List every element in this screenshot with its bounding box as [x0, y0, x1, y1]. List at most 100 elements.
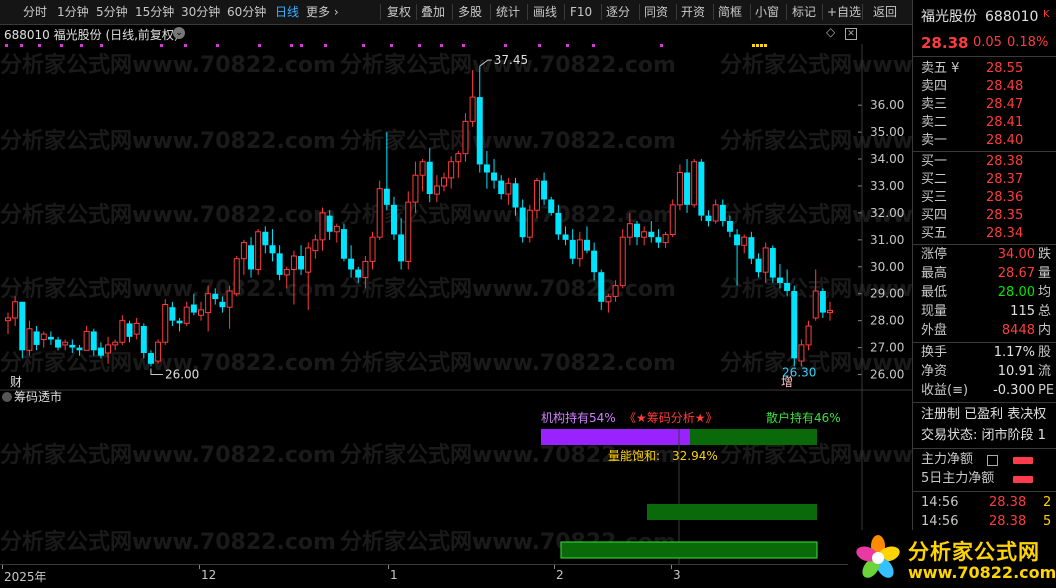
- quote-value: 28.00: [997, 285, 1035, 300]
- main-flow-row[interactable]: 5日主力净额: [913, 470, 1056, 488]
- tool-13[interactable]: 返回: [873, 3, 897, 21]
- candle-body-up: [290, 255, 297, 270]
- tool-5[interactable]: F10: [570, 3, 592, 21]
- tool-2[interactable]: 多股: [458, 3, 482, 21]
- sell-order-row[interactable]: 卖二 28.41: [913, 114, 1056, 132]
- signal-dot: [80, 44, 83, 47]
- watermark-text: 分析家公式网www.70822.com: [0, 276, 336, 302]
- candle-body-down: [483, 164, 490, 173]
- quote-row: 最低 28.00 均: [913, 284, 1056, 302]
- divider: [913, 491, 1056, 492]
- period-7[interactable]: 更多 ›: [306, 3, 339, 21]
- k-icon[interactable]: K: [1043, 6, 1050, 24]
- candle-body-up: [712, 204, 719, 222]
- candle-body-down: [634, 223, 641, 238]
- buy-order-price: 28.35: [986, 208, 1024, 223]
- buy-order-row[interactable]: 买五 28.34: [913, 225, 1056, 243]
- signal-dot: [660, 44, 663, 47]
- candle-body-up: [369, 236, 376, 262]
- toolbar-separator: [380, 4, 381, 20]
- candle-body-up: [83, 330, 90, 351]
- period-4[interactable]: 30分钟: [181, 3, 220, 21]
- period-1[interactable]: 1分钟: [57, 3, 89, 21]
- tool-0[interactable]: 复权: [387, 3, 411, 21]
- period-6[interactable]: 日线: [275, 3, 299, 21]
- logo-title: 分析家公式网: [908, 540, 1040, 564]
- tool-1[interactable]: 叠加: [421, 3, 445, 21]
- tool-8[interactable]: 开资: [681, 3, 705, 21]
- candle-body-down: [69, 344, 76, 348]
- date-tick-mark: [388, 565, 389, 569]
- candle-body-down: [55, 339, 62, 348]
- period-0[interactable]: 分时: [23, 3, 47, 21]
- candle-body-down: [398, 234, 405, 262]
- candle-body-down: [390, 204, 397, 235]
- kline-chart[interactable]: 分析家公式网www.70822.com 分析家公式网www.70822.com 分析…: [0, 44, 912, 564]
- signal-dot: [60, 44, 63, 47]
- sell-order-row[interactable]: 卖四 28.48: [913, 78, 1056, 96]
- candle-body-down: [326, 215, 333, 232]
- candle-body-down: [776, 277, 783, 283]
- watermark-text: 分析家公式网www.70822.com: [340, 128, 676, 154]
- cai-badge[interactable]: 财: [10, 375, 22, 389]
- tool-12[interactable]: +自选: [827, 3, 861, 21]
- candle-body-up: [455, 153, 462, 163]
- buy-order-price: 28.36: [986, 190, 1024, 205]
- candle-body-up: [26, 328, 33, 351]
- sell-order-price: 28.41: [986, 115, 1024, 130]
- inst-bar: [541, 429, 691, 445]
- tool-10[interactable]: 小窗: [755, 3, 779, 21]
- zeng-badge[interactable]: 增: [781, 375, 793, 389]
- candle-body-up: [155, 341, 162, 362]
- tool-6[interactable]: 逐分: [606, 3, 630, 21]
- candle-body-down: [176, 320, 183, 324]
- sell-order-row[interactable]: 卖一 28.40: [913, 132, 1056, 150]
- period-2[interactable]: 5分钟: [96, 3, 128, 21]
- candle-body-up: [576, 239, 583, 260]
- chevron-down-icon[interactable]: ⌄: [173, 27, 185, 39]
- diamond-icon[interactable]: ◇: [826, 25, 835, 39]
- candle-body-up: [5, 317, 11, 322]
- candle-body-down: [97, 347, 104, 356]
- y-tick-label: 32.00: [870, 206, 904, 220]
- tool-9[interactable]: 简框: [718, 3, 742, 21]
- toolbar-separator: [490, 4, 491, 20]
- candle-body-up: [462, 120, 469, 155]
- candle-body-down: [719, 204, 726, 221]
- candle-body-up: [312, 239, 319, 252]
- candle-body-down: [126, 323, 133, 337]
- finance-row: 收益(≡) -0.300 PE: [913, 382, 1056, 400]
- candle-body-up: [812, 290, 819, 319]
- buy-order-row[interactable]: 买四 28.35: [913, 207, 1056, 225]
- chevron-down-icon[interactable]: [2, 392, 12, 402]
- stock-tags[interactable]: 注册制 已盈利 表决权: [913, 406, 1056, 424]
- signal-dot: [5, 44, 8, 47]
- tool-3[interactable]: 统计: [496, 3, 520, 21]
- signal-dot: [362, 44, 365, 47]
- main-flow-row[interactable]: 主力净额: [913, 451, 1056, 469]
- buy-order-row[interactable]: 买三 28.36: [913, 189, 1056, 207]
- tool-11[interactable]: 标记: [792, 3, 816, 21]
- candle-body-down: [76, 347, 83, 351]
- sell-order-label: 卖二: [921, 115, 948, 130]
- candle-body-up: [626, 223, 633, 238]
- sell-order-row[interactable]: 卖三 28.47: [913, 96, 1056, 114]
- signal-dot: [258, 44, 261, 47]
- close-icon[interactable]: ✕: [845, 28, 857, 40]
- finance-value: 1.17%: [993, 345, 1035, 360]
- candle-body-up: [619, 236, 626, 287]
- tool-4[interactable]: 画线: [533, 3, 557, 21]
- candle-body-up: [119, 320, 126, 343]
- period-3[interactable]: 15分钟: [135, 3, 174, 21]
- tool-7[interactable]: 同资: [644, 3, 668, 21]
- buy-order-row[interactable]: 买二 28.37: [913, 171, 1056, 189]
- buy-order-label: 买一: [921, 154, 948, 169]
- period-5[interactable]: 60分钟: [227, 3, 266, 21]
- candle-body-up: [255, 231, 262, 270]
- list-icon[interactable]: [987, 455, 998, 466]
- candle-body-down: [491, 172, 498, 181]
- toolbar-separator: [452, 4, 453, 20]
- sell-order-row[interactable]: 卖五 ¥ 28.55: [913, 60, 1056, 78]
- chart-area[interactable]: 分析家公式网www.70822.com 分析家公式网www.70822.com 分析…: [0, 44, 912, 564]
- buy-order-row[interactable]: 买一 28.38: [913, 153, 1056, 171]
